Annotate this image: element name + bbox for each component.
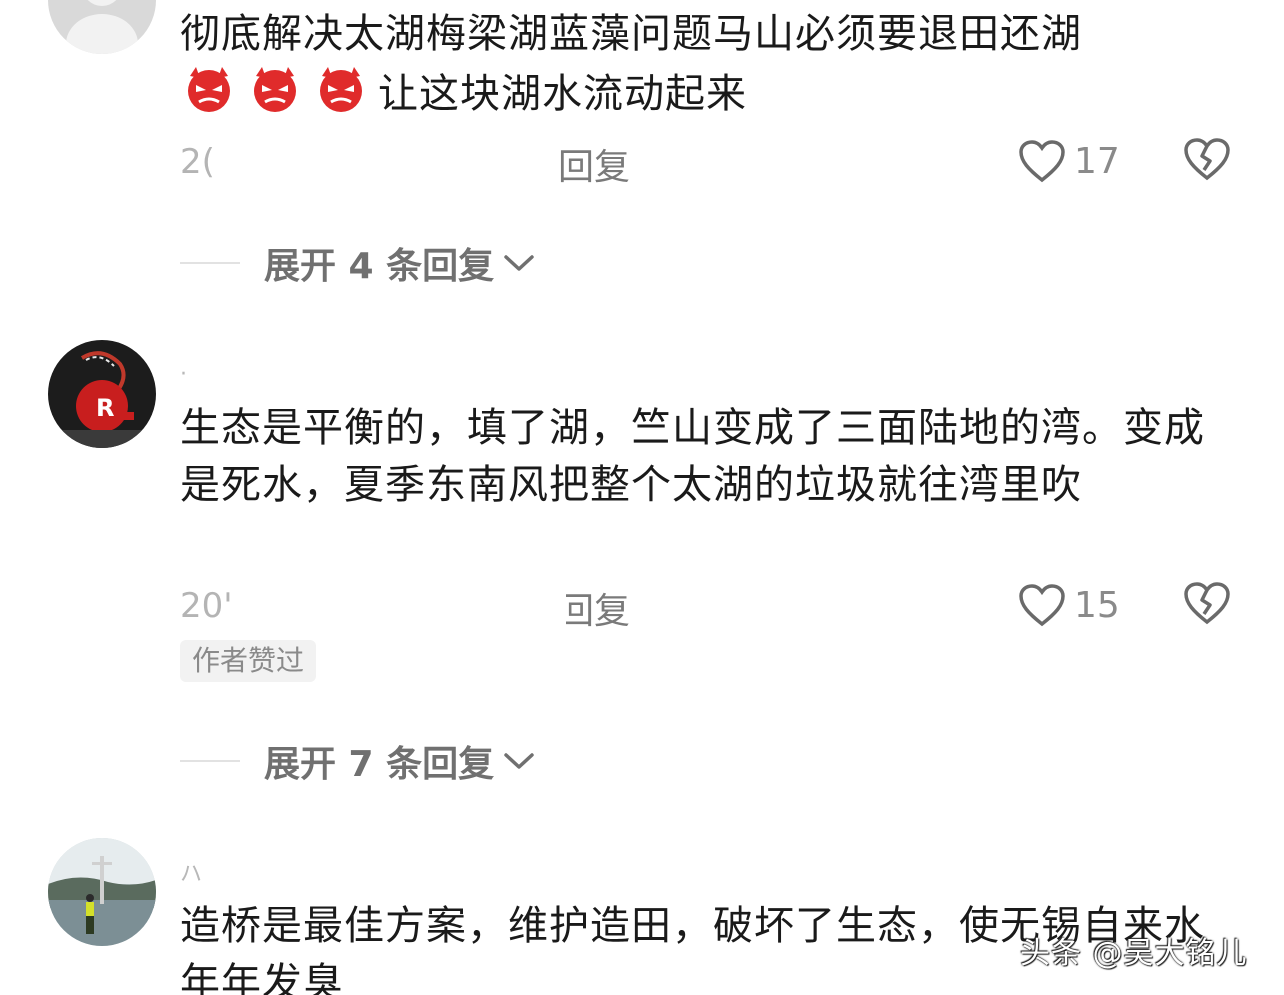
svg-text:R: R [96,394,114,422]
broken-heart-icon [1184,582,1230,625]
comment-text: 彻底解决太湖梅梁湖蓝藻问题马山必须要退田还湖 让这块湖水流动起来 [180,6,1240,123]
comment-date: 2( [180,142,215,182]
divider [180,262,240,264]
comment-date: 20' [180,586,233,626]
angry-devil-emoji [254,67,296,112]
comment-text: 生态是平衡的，填了湖，竺山变成了三面陆地的湾。变成是死水，夏季东南风把整个太湖的… [180,405,1205,508]
like-button[interactable]: 15 [1018,580,1120,630]
expand-replies-label[interactable]: 展开 7 条回复 [264,735,494,787]
like-count: 15 [1074,584,1120,626]
heart-icon [1019,140,1065,183]
angry-devil-emoji [188,67,230,112]
comment-meta: 20' 回复 15 [180,580,1240,632]
comment-list: 彻底解决太湖梅梁湖蓝藻问题马山必须要退田还湖 让这块湖水流动起来 2(回复 1… [0,0,1284,995]
comment-line-text: 让这块湖水流动起来 [378,71,747,117]
comment-meta: 2( 回复 17 [180,136,1240,188]
expand-replies[interactable]: 展开 4 条回复 [180,238,536,288]
avatar[interactable]: R [48,340,156,448]
avatar[interactable] [48,0,156,54]
privacy-mask [552,580,566,630]
expand-replies-label[interactable]: 展开 4 条回复 [264,237,494,289]
avatar[interactable] [48,838,156,946]
username[interactable]: · [180,362,187,387]
heart-icon [1019,584,1065,627]
dislike-button[interactable] [1182,136,1232,186]
angry-devil-emoji [320,67,362,112]
chevron-down-icon[interactable] [502,750,536,772]
comment-line: 让这块湖水流动起来 [180,63,1240,123]
reply-button[interactable]: 回复 [558,138,630,190]
chevron-down-icon[interactable] [502,252,536,274]
like-count: 17 [1074,140,1120,182]
comment-line: 彻底解决太湖梅梁湖蓝藻问题马山必须要退田还湖 [180,11,1082,57]
author-liked-badge: 作者赞过 [180,640,317,682]
divider [180,760,240,762]
broken-heart-icon [1184,138,1230,181]
dislike-button[interactable] [1182,580,1232,630]
like-button[interactable]: 17 [1018,136,1120,186]
expand-replies[interactable]: 展开 7 条回复 [180,736,536,786]
source-watermark: 头条 @吴大铭儿 [1020,936,1248,971]
reply-button[interactable]: 回复 [558,582,630,634]
username[interactable]: ハ [180,856,202,888]
